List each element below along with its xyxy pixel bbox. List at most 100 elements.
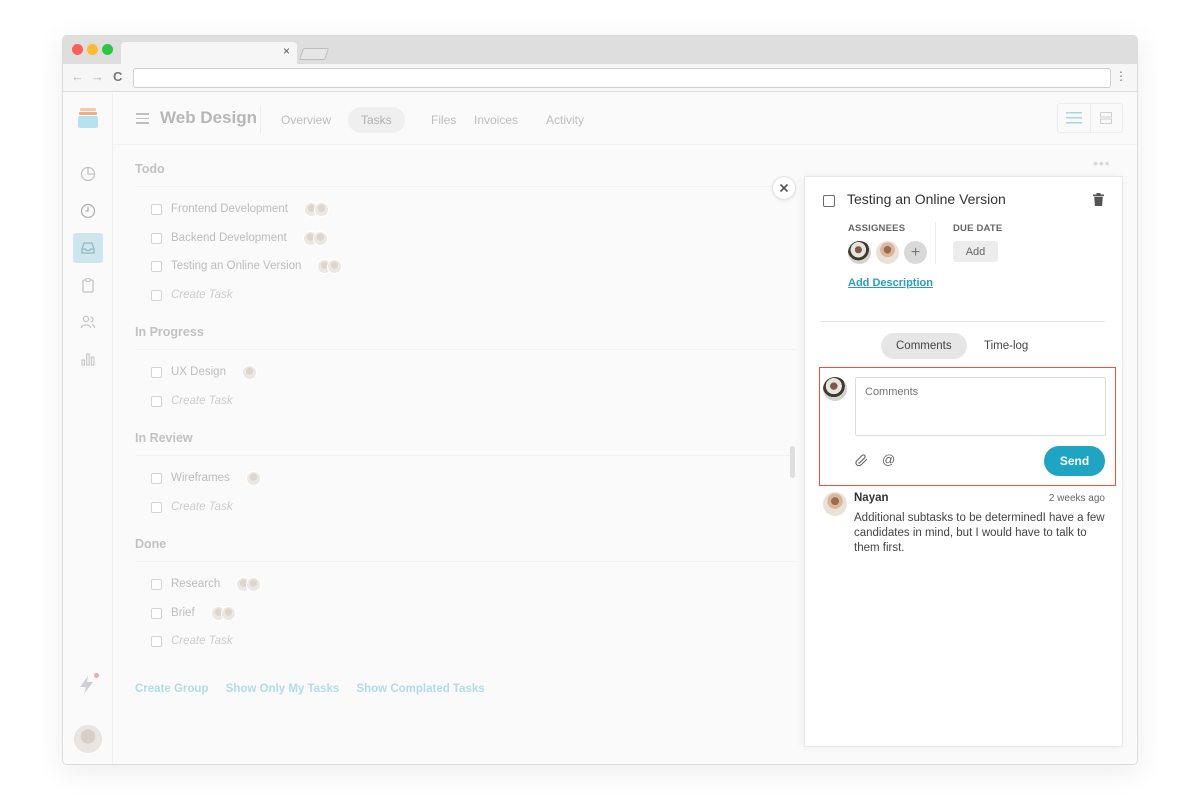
avatar — [241, 364, 257, 380]
create-task-row[interactable]: Create Task — [151, 633, 233, 649]
close-panel-button[interactable] — [772, 176, 796, 200]
new-tab-button[interactable] — [298, 48, 330, 60]
trash-icon[interactable] — [1093, 193, 1104, 206]
reload-icon[interactable]: C — [113, 70, 122, 84]
sidebar-item-projects[interactable] — [73, 233, 103, 263]
task-row[interactable]: Brief — [151, 605, 236, 621]
task-checkbox[interactable] — [151, 260, 162, 272]
mention-icon[interactable]: @ — [882, 452, 895, 467]
window-minimize-button[interactable] — [87, 44, 98, 55]
task-checkbox[interactable] — [151, 232, 162, 244]
address-bar[interactable] — [133, 68, 1111, 88]
sidebar-item-invoices[interactable] — [73, 270, 103, 300]
tab-activity[interactable]: Activity — [533, 107, 597, 133]
section-divider — [935, 222, 936, 264]
window-close-button[interactable] — [72, 44, 83, 55]
task-assignees — [210, 605, 236, 621]
task-row[interactable]: UX Design — [151, 364, 257, 380]
task-row[interactable]: Backend Development — [151, 230, 328, 246]
task-assignees — [236, 576, 262, 592]
create-task-input[interactable]: Create Task — [171, 289, 233, 301]
task-label[interactable]: Brief — [171, 607, 195, 619]
more-options-icon[interactable]: ••• — [1093, 155, 1111, 171]
task-label[interactable]: Backend Development — [171, 232, 287, 244]
send-button[interactable]: Send — [1044, 446, 1105, 476]
hamburger-menu-icon[interactable] — [136, 113, 149, 127]
avatar — [823, 377, 847, 401]
header-divider — [260, 105, 261, 133]
create-task-input[interactable]: Create Task — [171, 635, 233, 647]
task-detail-title[interactable]: Testing an Online Version — [847, 191, 1006, 207]
comment-input[interactable] — [855, 377, 1106, 436]
group-title-done: Done — [135, 537, 167, 551]
add-description-link[interactable]: Add Description — [848, 277, 933, 289]
create-task-row[interactable]: Create Task — [151, 499, 233, 515]
browser-menu-icon[interactable]: ⋮ — [1115, 70, 1127, 82]
tab-comments[interactable]: Comments — [881, 333, 967, 359]
task-checkbox[interactable] — [151, 203, 162, 215]
task-checkbox[interactable] — [151, 501, 162, 513]
task-complete-checkbox[interactable] — [823, 195, 835, 207]
tab-overview[interactable]: Overview — [268, 107, 344, 133]
sidebar — [63, 93, 113, 764]
due-date-label: DUE DATE — [953, 223, 1003, 234]
add-assignee-button[interactable]: + — [904, 241, 927, 264]
task-checkbox[interactable] — [151, 289, 162, 301]
group-title-in-review: In Review — [135, 431, 193, 445]
add-due-date-button[interactable]: Add — [953, 241, 998, 262]
task-checkbox[interactable] — [151, 607, 162, 619]
task-assignees — [245, 470, 261, 486]
user-avatar[interactable] — [74, 725, 102, 753]
sidebar-item-team[interactable] — [73, 307, 103, 337]
app-logo-icon[interactable] — [77, 107, 99, 129]
task-row[interactable]: Research — [151, 576, 262, 592]
group-divider — [135, 349, 795, 350]
tab-invoices[interactable]: Invoices — [461, 107, 531, 133]
clock-icon — [80, 203, 96, 219]
task-checkbox[interactable] — [151, 395, 162, 407]
create-task-input[interactable]: Create Task — [171, 501, 233, 513]
forward-icon[interactable]: → — [91, 70, 104, 84]
task-row[interactable]: Wireframes — [151, 470, 261, 486]
bolt-icon[interactable] — [78, 675, 96, 695]
task-label[interactable]: Testing an Online Version — [171, 260, 301, 272]
tab-tasks[interactable]: Tasks — [348, 107, 405, 133]
task-label[interactable]: Research — [171, 578, 220, 590]
show-completed-tasks-link[interactable]: Show Complated Tasks — [356, 683, 484, 695]
task-checkbox[interactable] — [151, 366, 162, 378]
create-task-input[interactable]: Create Task — [171, 395, 233, 407]
browser-tab[interactable] — [121, 42, 297, 64]
board-view-button[interactable] — [1089, 104, 1122, 132]
create-task-row[interactable]: Create Task — [151, 393, 233, 409]
task-label[interactable]: Frontend Development — [171, 203, 288, 215]
sidebar-item-dashboard[interactable] — [73, 159, 103, 189]
task-row[interactable]: Frontend Development — [151, 201, 329, 217]
sidebar-item-timesheet[interactable] — [73, 196, 103, 226]
list-view-icon — [1066, 112, 1082, 124]
attachment-icon[interactable] — [855, 454, 869, 466]
project-title: Web Design — [160, 108, 257, 127]
window-zoom-button[interactable] — [102, 44, 113, 55]
tab-time-log[interactable]: Time-log — [969, 333, 1043, 359]
list-view-button[interactable] — [1058, 104, 1091, 132]
create-group-link[interactable]: Create Group — [135, 683, 209, 695]
list-scrollbar[interactable] — [790, 446, 795, 478]
task-label[interactable]: UX Design — [171, 366, 226, 378]
back-icon[interactable]: ← — [71, 70, 84, 84]
sidebar-item-reports[interactable] — [73, 344, 103, 374]
comment-body: Additional subtasks to be determinedI ha… — [854, 512, 1105, 554]
avatar — [312, 230, 328, 246]
task-checkbox[interactable] — [151, 635, 162, 647]
browser-toolbar: ← → C ⋮ — [63, 64, 1137, 92]
avatar[interactable] — [848, 241, 871, 264]
inbox-icon — [81, 242, 95, 254]
create-task-row[interactable]: Create Task — [151, 287, 233, 303]
avatar — [220, 605, 236, 621]
show-only-my-tasks-link[interactable]: Show Only My Tasks — [226, 683, 340, 695]
task-label[interactable]: Wireframes — [171, 472, 230, 484]
tab-close-icon[interactable]: × — [283, 45, 290, 57]
task-checkbox[interactable] — [151, 578, 162, 590]
task-row[interactable]: Testing an Online Version — [151, 258, 343, 274]
avatar[interactable] — [876, 241, 899, 264]
task-checkbox[interactable] — [151, 472, 162, 484]
